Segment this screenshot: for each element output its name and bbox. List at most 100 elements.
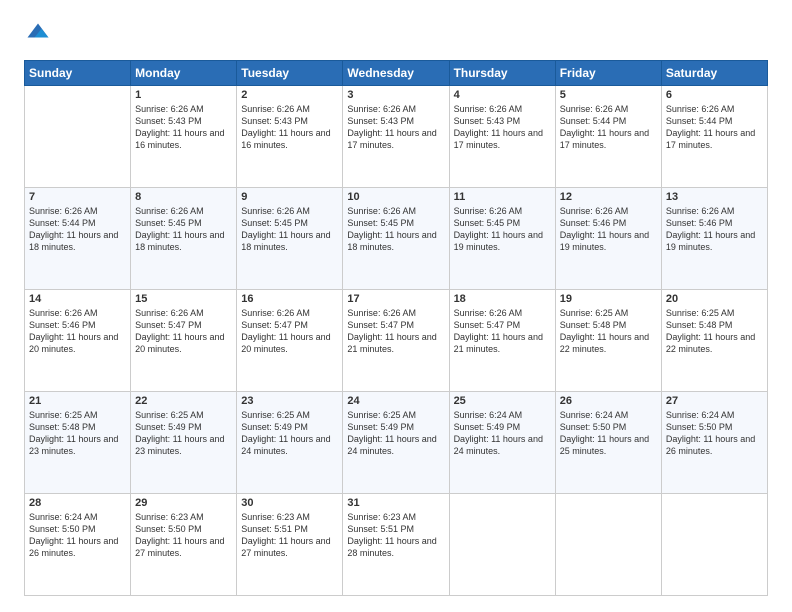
calendar-cell bbox=[25, 86, 131, 188]
day-info: Sunrise: 6:26 AMSunset: 5:46 PMDaylight:… bbox=[666, 205, 763, 254]
day-info: Sunrise: 6:26 AMSunset: 5:44 PMDaylight:… bbox=[560, 103, 657, 152]
calendar-week-3: 14 Sunrise: 6:26 AMSunset: 5:46 PMDayligh… bbox=[25, 290, 768, 392]
day-number: 16 bbox=[241, 293, 338, 305]
calendar-cell: 24Sunrise: 6:25 AMSunset: 5:49 PMDayligh… bbox=[343, 392, 449, 494]
day-number: 7 bbox=[29, 191, 126, 203]
calendar-cell: 3 Sunrise: 6:26 AMSunset: 5:43 PMDaylight… bbox=[343, 86, 449, 188]
day-number: 30 bbox=[241, 497, 338, 509]
day-number: 9 bbox=[241, 191, 338, 203]
calendar-cell: 17 Sunrise: 6:26 AMSunset: 5:47 PMDayligh… bbox=[343, 290, 449, 392]
calendar-week-2: 7Sunrise: 6:26 AMSunset: 5:44 PMDaylight… bbox=[25, 188, 768, 290]
day-number: 19 bbox=[560, 293, 657, 305]
day-header-wednesday: Wednesday bbox=[343, 61, 449, 86]
day-info: Sunrise: 6:26 AMSunset: 5:43 PMDaylight:… bbox=[454, 103, 551, 152]
day-info: Sunrise: 6:26 AMSunset: 5:45 PMDaylight:… bbox=[454, 205, 551, 254]
calendar-week-1: 1 Sunrise: 6:26 AMSunset: 5:43 PMDaylight… bbox=[25, 86, 768, 188]
day-info: Sunrise: 6:26 AMSunset: 5:44 PMDaylight:… bbox=[666, 103, 763, 152]
day-number: 11 bbox=[454, 191, 551, 203]
day-number: 15 bbox=[135, 293, 232, 305]
day-info: Sunrise: 6:26 AMSunset: 5:46 PMDaylight:… bbox=[29, 307, 126, 356]
calendar-cell: 2Sunrise: 6:26 AMSunset: 5:43 PMDaylight… bbox=[237, 86, 343, 188]
day-number: 4 bbox=[454, 89, 551, 101]
calendar-cell: 16 Sunrise: 6:26 AMSunset: 5:47 PMDayligh… bbox=[237, 290, 343, 392]
day-info: Sunrise: 6:25 AMSunset: 5:48 PMDaylight:… bbox=[29, 409, 126, 458]
day-info: Sunrise: 6:25 AMSunset: 5:48 PMDaylight:… bbox=[560, 307, 657, 356]
calendar-cell: 9 Sunrise: 6:26 AMSunset: 5:45 PMDaylight… bbox=[237, 188, 343, 290]
day-info: Sunrise: 6:24 AMSunset: 5:50 PMDaylight:… bbox=[560, 409, 657, 458]
day-number: 26 bbox=[560, 395, 657, 407]
day-header-friday: Friday bbox=[555, 61, 661, 86]
calendar-cell: 18Sunrise: 6:26 AMSunset: 5:47 PMDayligh… bbox=[449, 290, 555, 392]
day-info: Sunrise: 6:25 AMSunset: 5:49 PMDaylight:… bbox=[135, 409, 232, 458]
day-info: Sunrise: 6:23 AMSunset: 5:51 PMDaylight:… bbox=[241, 511, 338, 560]
day-number: 21 bbox=[29, 395, 126, 407]
calendar-cell bbox=[555, 494, 661, 596]
day-info: Sunrise: 6:26 AMSunset: 5:43 PMDaylight:… bbox=[135, 103, 232, 152]
day-info: Sunrise: 6:26 AMSunset: 5:43 PMDaylight:… bbox=[347, 103, 444, 152]
header bbox=[24, 20, 768, 48]
calendar-cell: 5 Sunrise: 6:26 AMSunset: 5:44 PMDaylight… bbox=[555, 86, 661, 188]
calendar-cell: 28 Sunrise: 6:24 AMSunset: 5:50 PMDayligh… bbox=[25, 494, 131, 596]
calendar-page: SundayMondayTuesdayWednesdayThursdayFrid… bbox=[0, 0, 792, 612]
day-info: Sunrise: 6:26 AMSunset: 5:47 PMDaylight:… bbox=[347, 307, 444, 356]
day-number: 31 bbox=[347, 497, 444, 509]
day-number: 3 bbox=[347, 89, 444, 101]
day-number: 29 bbox=[135, 497, 232, 509]
day-number: 22 bbox=[135, 395, 232, 407]
day-info: Sunrise: 6:26 AMSunset: 5:47 PMDaylight:… bbox=[241, 307, 338, 356]
logo bbox=[24, 20, 56, 48]
day-info: Sunrise: 6:23 AMSunset: 5:50 PMDaylight:… bbox=[135, 511, 232, 560]
day-header-saturday: Saturday bbox=[661, 61, 767, 86]
day-info: Sunrise: 6:26 AMSunset: 5:46 PMDaylight:… bbox=[560, 205, 657, 254]
day-number: 14 bbox=[29, 293, 126, 305]
calendar-cell: 1 Sunrise: 6:26 AMSunset: 5:43 PMDaylight… bbox=[131, 86, 237, 188]
calendar-cell bbox=[661, 494, 767, 596]
day-number: 5 bbox=[560, 89, 657, 101]
calendar-cell: 20Sunrise: 6:25 AMSunset: 5:48 PMDayligh… bbox=[661, 290, 767, 392]
calendar-cell: 10 Sunrise: 6:26 AMSunset: 5:45 PMDayligh… bbox=[343, 188, 449, 290]
calendar-cell: 22 Sunrise: 6:25 AMSunset: 5:49 PMDayligh… bbox=[131, 392, 237, 494]
day-info: Sunrise: 6:25 AMSunset: 5:48 PMDaylight:… bbox=[666, 307, 763, 356]
day-info: Sunrise: 6:26 AMSunset: 5:47 PMDaylight:… bbox=[135, 307, 232, 356]
day-number: 6 bbox=[666, 89, 763, 101]
day-info: Sunrise: 6:26 AMSunset: 5:47 PMDaylight:… bbox=[454, 307, 551, 356]
calendar-cell: 6 Sunrise: 6:26 AMSunset: 5:44 PMDaylight… bbox=[661, 86, 767, 188]
calendar-table: SundayMondayTuesdayWednesdayThursdayFrid… bbox=[24, 60, 768, 596]
calendar-week-4: 21 Sunrise: 6:25 AMSunset: 5:48 PMDayligh… bbox=[25, 392, 768, 494]
calendar-cell: 15 Sunrise: 6:26 AMSunset: 5:47 PMDayligh… bbox=[131, 290, 237, 392]
calendar-cell: 14 Sunrise: 6:26 AMSunset: 5:46 PMDayligh… bbox=[25, 290, 131, 392]
day-info: Sunrise: 6:26 AMSunset: 5:45 PMDaylight:… bbox=[347, 205, 444, 254]
calendar-cell: 12 Sunrise: 6:26 AMSunset: 5:46 PMDayligh… bbox=[555, 188, 661, 290]
calendar-cell bbox=[449, 494, 555, 596]
day-info: Sunrise: 6:26 AMSunset: 5:45 PMDaylight:… bbox=[241, 205, 338, 254]
day-number: 13 bbox=[666, 191, 763, 203]
calendar-cell: 11 Sunrise: 6:26 AMSunset: 5:45 PMDayligh… bbox=[449, 188, 555, 290]
day-number: 23 bbox=[241, 395, 338, 407]
calendar-cell: 7Sunrise: 6:26 AMSunset: 5:44 PMDaylight… bbox=[25, 188, 131, 290]
calendar-cell: 25Sunrise: 6:24 AMSunset: 5:49 PMDayligh… bbox=[449, 392, 555, 494]
day-info: Sunrise: 6:24 AMSunset: 5:50 PMDaylight:… bbox=[666, 409, 763, 458]
day-header-tuesday: Tuesday bbox=[237, 61, 343, 86]
calendar-cell: 13 Sunrise: 6:26 AMSunset: 5:46 PMDayligh… bbox=[661, 188, 767, 290]
day-number: 10 bbox=[347, 191, 444, 203]
days-header-row: SundayMondayTuesdayWednesdayThursdayFrid… bbox=[25, 61, 768, 86]
day-info: Sunrise: 6:26 AMSunset: 5:45 PMDaylight:… bbox=[135, 205, 232, 254]
calendar-cell: 8 Sunrise: 6:26 AMSunset: 5:45 PMDaylight… bbox=[131, 188, 237, 290]
day-number: 12 bbox=[560, 191, 657, 203]
calendar-cell: 30 Sunrise: 6:23 AMSunset: 5:51 PMDayligh… bbox=[237, 494, 343, 596]
day-number: 2 bbox=[241, 89, 338, 101]
day-number: 27 bbox=[666, 395, 763, 407]
day-number: 17 bbox=[347, 293, 444, 305]
day-header-sunday: Sunday bbox=[25, 61, 131, 86]
calendar-cell: 21 Sunrise: 6:25 AMSunset: 5:48 PMDayligh… bbox=[25, 392, 131, 494]
day-info: Sunrise: 6:24 AMSunset: 5:50 PMDaylight:… bbox=[29, 511, 126, 560]
day-number: 28 bbox=[29, 497, 126, 509]
day-number: 25 bbox=[454, 395, 551, 407]
calendar-cell: 29 Sunrise: 6:23 AMSunset: 5:50 PMDayligh… bbox=[131, 494, 237, 596]
day-number: 24 bbox=[347, 395, 444, 407]
day-number: 8 bbox=[135, 191, 232, 203]
day-number: 1 bbox=[135, 89, 232, 101]
day-header-monday: Monday bbox=[131, 61, 237, 86]
calendar-cell: 31 Sunrise: 6:23 AMSunset: 5:51 PMDayligh… bbox=[343, 494, 449, 596]
day-info: Sunrise: 6:23 AMSunset: 5:51 PMDaylight:… bbox=[347, 511, 444, 560]
